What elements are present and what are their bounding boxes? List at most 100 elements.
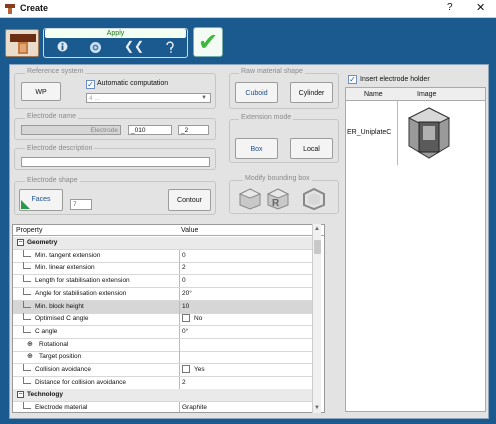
automatic-computation-label: Automatic computation [97,80,169,87]
electrode-tool-button[interactable] [5,29,39,57]
grid-value-text: No [194,315,203,323]
box-button[interactable]: Box [235,138,278,159]
settings-gear-icon[interactable] [89,41,102,57]
grid-category-row[interactable]: Geometry − [13,237,316,250]
grid-value-text: 2 [182,378,186,386]
contour-button[interactable]: Contour [168,189,211,211]
insert-holder-checkbox[interactable]: ✓ [348,75,357,84]
electrode-description-field[interactable] [21,157,210,167]
grid-scrollbar[interactable]: ▲ ▼ [312,224,321,413]
tree-connector [23,287,31,295]
grid-value-text: 2 [182,264,186,272]
bbox-reset-icon[interactable]: R [266,187,290,213]
electrode-number-field[interactable]: _010 [128,125,172,135]
grid-value-cell[interactable]: 0 [179,249,316,262]
grid-row[interactable]: Length for stabilisation extension 0 [13,275,316,289]
grid-property-cell: Rotational [39,340,69,348]
grid-row[interactable]: Rotational ⊕ [13,338,316,352]
tree-connector [23,325,31,333]
electrode-description-label: Electrode description [25,145,95,152]
faces-marker-icon [21,200,30,209]
ok-button[interactable]: ✔ [193,27,223,57]
grid-property-cell: Angle for stabilisation extension [35,289,127,297]
grid-row[interactable]: Optimised C angle No [13,313,316,327]
expand-icon[interactable]: ⊕ [27,351,33,363]
wp-button[interactable]: WP [21,82,61,101]
grid-row[interactable]: Min. tangent extension 0 [13,249,316,263]
holder-row-name[interactable]: ER_UniplateC [347,129,391,136]
automatic-computation-checkbox[interactable]: ✓ [86,80,95,89]
bbox-cube-icon[interactable] [238,187,262,213]
svg-text:R: R [272,198,280,209]
grid-row[interactable]: C angle 0° [13,325,316,339]
back-chevron-icon[interactable]: ❮❮ [124,40,144,52]
electrode-icon [10,34,36,54]
tree-connector [23,300,31,308]
grid-row[interactable]: Collision avoidance Yes [13,364,316,377]
grid-value-cell[interactable]: 20° [179,287,316,300]
grid-value-cell[interactable]: 10 [179,300,316,313]
collapse-icon[interactable]: − [17,391,24,399]
extension-mode-label: Extension mode [239,114,294,121]
grid-value-cell[interactable]: No [179,313,316,326]
reference-dropdown-value: 4 ... [89,95,100,102]
grid-row[interactable]: Angle for stabilisation extension 20° [13,287,316,301]
collapse-icon[interactable]: − [17,239,24,246]
grid-property-cell: Target position [39,353,82,361]
grid-value-cell[interactable]: Graphite [179,402,316,412]
grid-value-cell[interactable] [179,351,316,364]
grid-row[interactable]: Distance for collision avoidance 2 [13,376,316,390]
window-title: Create [20,3,49,13]
reference-system-label: Reference system [25,68,86,75]
electrode-name-prefix: Electrode [21,125,121,135]
electrode-name-label: Electrode name [25,113,79,120]
value-checkbox[interactable] [182,314,190,323]
app-icon [4,3,16,15]
faces-button-label: Faces [31,196,51,203]
grid-property-cell: Technology [27,391,63,399]
grid-value-cell[interactable]: 0° [179,325,316,338]
grid-value-cell[interactable]: 2 [179,262,316,275]
close-button[interactable]: ✕ [476,1,485,14]
bbox-frame-icon[interactable] [302,187,326,213]
expand-icon[interactable]: ⊕ [27,339,33,351]
cylinder-button[interactable]: Cylinder [290,82,333,103]
faces-button[interactable]: Faces [19,189,63,211]
holder-image [399,102,460,164]
info-icon[interactable] [57,41,68,55]
help-button[interactable]: ? [447,2,453,13]
tree-connector [23,364,31,371]
grid-value-text: 0 [182,251,186,259]
grid-value-text: 0 [182,277,186,285]
local-button[interactable]: Local [290,138,333,159]
scroll-thumb[interactable] [314,240,321,254]
scroll-up-icon[interactable]: ▲ [314,226,320,232]
apply-button[interactable]: Apply [45,29,186,38]
grid-value-cell[interactable] [179,338,316,351]
tree-connector [23,376,31,384]
raw-material-label: Raw material shape [239,68,305,75]
grid-property-cell: Min. tangent extension [35,251,101,259]
scroll-down-icon[interactable]: ▼ [314,405,320,411]
grid-value-text: 0° [182,327,189,335]
grid-value-cell[interactable]: 2 [179,376,316,389]
tree-connector [23,313,31,321]
grid-value-cell[interactable]: Yes [179,364,316,376]
chevron-down-icon: ▼ [201,95,207,101]
grid-row[interactable]: Min. block height 10 [13,300,316,314]
holder-col-image: Image [417,91,437,98]
reference-dropdown[interactable]: 4 ... ▼ [86,93,211,103]
grid-value-cell[interactable]: 0 [179,275,316,288]
property-grid-header: Property Value [13,225,324,236]
cuboid-button[interactable]: Cuboid [235,82,278,103]
electrode-suffix-field[interactable]: _2 [178,125,209,135]
value-checkbox[interactable] [182,365,190,374]
grid-row[interactable]: Electrode material Graphite [13,402,316,412]
grid-row[interactable]: Target position ⊕ [13,351,316,365]
grid-property-cell: Optimised C angle [35,315,89,323]
help-pointer-icon[interactable] [164,41,175,56]
holder-col-name: Name [364,91,383,98]
property-grid: Property Value Geometry − Min. tangent ext… [12,224,325,413]
grid-category-row[interactable]: Technology − [13,389,316,403]
grid-row[interactable]: Min. linear extension 2 [13,262,316,276]
